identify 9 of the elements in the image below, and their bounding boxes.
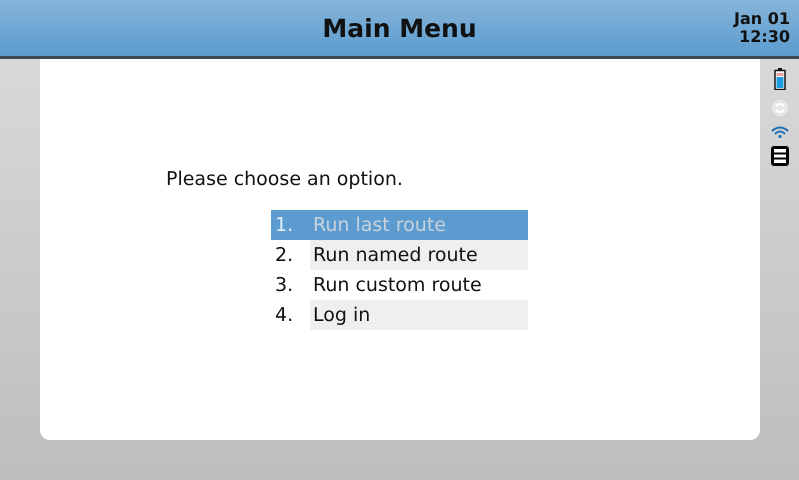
wifi-icon bbox=[770, 126, 788, 138]
date-text: Jan 01 bbox=[734, 10, 790, 28]
menu-option[interactable]: 3. Run custom route bbox=[271, 270, 528, 300]
time-text: 12:30 bbox=[739, 28, 790, 46]
prompt-text: Please choose an option. bbox=[166, 168, 404, 190]
sync-icon bbox=[770, 98, 790, 118]
screen-title: Main Menu bbox=[322, 14, 477, 42]
list-icon bbox=[770, 146, 788, 166]
battery-icon bbox=[774, 68, 786, 90]
